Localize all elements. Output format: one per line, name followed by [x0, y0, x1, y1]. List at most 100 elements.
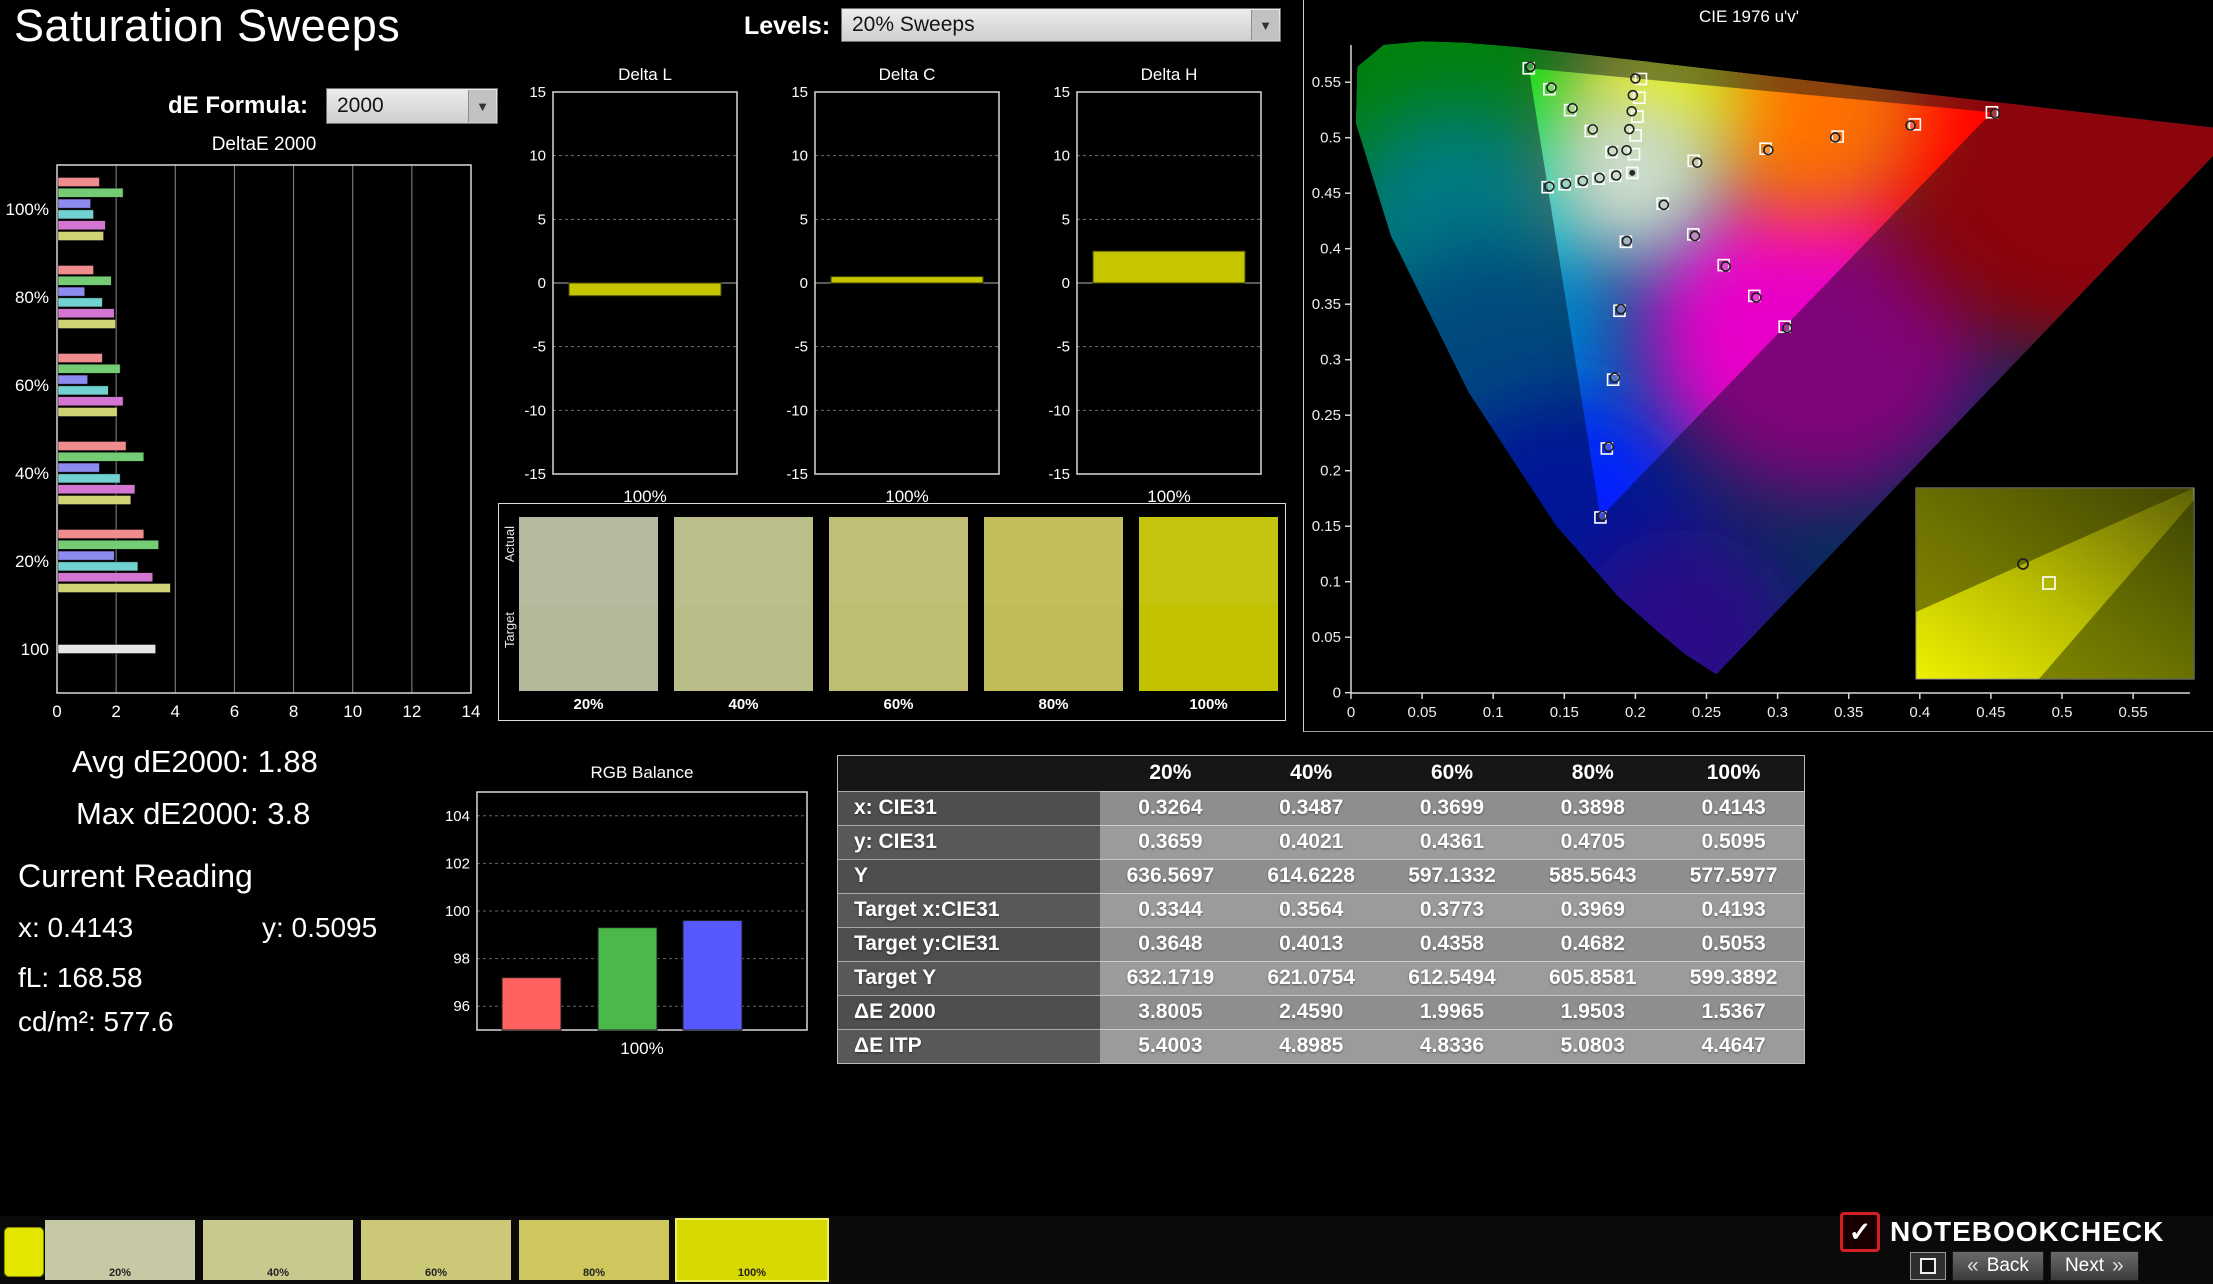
notebookcheck-logo-text: NOTEBOOKCHECK: [1890, 1216, 2164, 1248]
table-header: 80%: [1522, 756, 1663, 791]
delta-bar: [569, 283, 721, 296]
table-cell: 0.4021: [1241, 825, 1382, 859]
y-tick-label: 0.1: [1320, 574, 1341, 591]
patch-thumbnail-40%[interactable]: 40%: [203, 1220, 353, 1280]
table-cell: 5.4003: [1100, 1029, 1241, 1063]
table-cell: 0.4361: [1382, 825, 1523, 859]
table-cell: 4.8985: [1241, 1029, 1382, 1063]
de-bar: [58, 397, 123, 406]
delta-bar: [1093, 251, 1245, 283]
table-cell: 0.3264: [1100, 791, 1241, 825]
y-axis-label: 100: [21, 640, 49, 659]
table-header: 100%: [1663, 756, 1804, 791]
y-axis-label: -10: [786, 402, 808, 419]
chart-title: DeltaE 2000: [212, 134, 317, 155]
x-axis-label: 8: [289, 702, 298, 721]
y-axis-label: 5: [538, 211, 546, 228]
swatch-label: 100%: [1139, 696, 1278, 713]
y-tick-label: 0.25: [1312, 407, 1341, 424]
swatch-target: [1139, 605, 1278, 691]
calman-saturation-sweeps-page: Saturation Sweeps Levels: 20% Sweeps ▼ d…: [0, 0, 2213, 1284]
measured-dot: [1631, 74, 1640, 83]
y-tick-label: 0.05: [1312, 629, 1341, 646]
table-cell: 585.5643: [1522, 859, 1663, 893]
de-bar: [58, 232, 104, 241]
de-bar: [58, 474, 120, 483]
table-cell: 612.5494: [1382, 961, 1523, 995]
y-axis-label: 0: [1062, 275, 1070, 292]
levels-dropdown[interactable]: 20% Sweeps ▼: [841, 8, 1281, 42]
screenshot-icon-glyph: [1920, 1258, 1936, 1274]
table-cell: 0.3969: [1522, 893, 1663, 927]
x-axis-label: 10: [343, 702, 362, 721]
swatch-label: 40%: [674, 696, 813, 713]
back-button[interactable]: « Back: [1952, 1251, 2044, 1281]
table-header: 40%: [1241, 756, 1382, 791]
back-arrow-icon: «: [1967, 1254, 1979, 1278]
measured-dot: [1562, 179, 1571, 188]
y-axis-label: 102: [445, 855, 470, 872]
y-axis-label: 5: [800, 211, 808, 228]
next-button-label: Next: [2065, 1255, 2104, 1277]
table-cell: 2.4590: [1241, 995, 1382, 1029]
table-header: [838, 756, 1100, 791]
swatch-label: 20%: [519, 696, 658, 713]
avg-de2000-value: Avg dE2000: 1.88: [72, 744, 318, 780]
measured-dot: [1659, 200, 1668, 209]
de-formula-dropdown[interactable]: 2000 ▼: [326, 88, 498, 124]
delta-h-chart: Delta H151050-5-10-15100%: [1029, 58, 1269, 503]
de-bar: [58, 442, 126, 451]
y-axis-label: -15: [786, 466, 808, 483]
measured-dot: [1568, 104, 1577, 113]
measured-dot: [1612, 171, 1621, 180]
next-button[interactable]: Next »: [2050, 1251, 2139, 1281]
y-tick-label: 0.15: [1312, 518, 1341, 535]
y-tick-label: 0.55: [1312, 74, 1341, 91]
de-bar: [58, 551, 114, 560]
measured-dot: [1906, 121, 1915, 130]
patch-thumbnail-100%[interactable]: 100%: [677, 1220, 827, 1280]
levels-selected-value: 20% Sweeps: [852, 13, 975, 37]
thumbnail-label: 100%: [677, 1267, 827, 1279]
table-cell: 0.5053: [1663, 927, 1804, 961]
delta-l-chart: Delta L151050-5-10-15100%: [505, 58, 745, 503]
de-bar: [58, 178, 99, 187]
measured-dot: [1610, 373, 1619, 382]
table-row-label: Target x:CIE31: [838, 893, 1100, 927]
screenshot-icon[interactable]: [1910, 1252, 1946, 1280]
table-cell: 614.6228: [1241, 859, 1382, 893]
table-cell: 632.1719: [1100, 961, 1241, 995]
x-axis-label: 100%: [623, 487, 666, 503]
measured-dot: [1622, 236, 1631, 245]
x-tick-label: 0.2: [1625, 704, 1646, 721]
y-tick-label: 0.3: [1320, 352, 1341, 369]
levels-label: Levels:: [744, 12, 830, 41]
y-axis-label: 10: [529, 148, 546, 165]
thumbnail-label: 20%: [45, 1267, 195, 1279]
measured-dot: [1690, 231, 1699, 240]
table-cell: 0.4143: [1663, 791, 1804, 825]
patch-thumbnail-60%[interactable]: 60%: [361, 1220, 511, 1280]
y-axis-label: 15: [1053, 84, 1070, 101]
y-tick-label: 0.45: [1312, 185, 1341, 202]
back-button-label: Back: [1987, 1255, 2029, 1277]
de-bar: [58, 210, 93, 219]
table-cell: 597.1332: [1382, 859, 1523, 893]
patch-thumbnail-20%[interactable]: 20%: [45, 1220, 195, 1280]
y-axis-label: -15: [524, 466, 546, 483]
x-tick-label: 0.3: [1767, 704, 1788, 721]
rgb-bar: [598, 928, 657, 1030]
swatch-80%: 80%: [984, 517, 1123, 713]
swatch-100%: 100%: [1139, 517, 1278, 713]
chart-title: Delta H: [1141, 65, 1198, 84]
de-formula-label: dE Formula:: [168, 92, 308, 120]
navigation-buttons: « Back Next »: [1910, 1251, 2139, 1281]
table-cell: 0.3699: [1382, 791, 1523, 825]
cie-1976-diagram: 000.050.050.10.10.150.150.20.20.250.250.…: [1303, 0, 2213, 732]
de-bar: [58, 309, 114, 318]
patch-thumbnail-80%[interactable]: 80%: [519, 1220, 669, 1280]
current-reading-x: x: 0.4143: [18, 912, 133, 944]
swatch-target: [674, 605, 813, 691]
y-axis-label: -5: [795, 339, 808, 356]
x-tick-label: 0.25: [1692, 704, 1721, 721]
